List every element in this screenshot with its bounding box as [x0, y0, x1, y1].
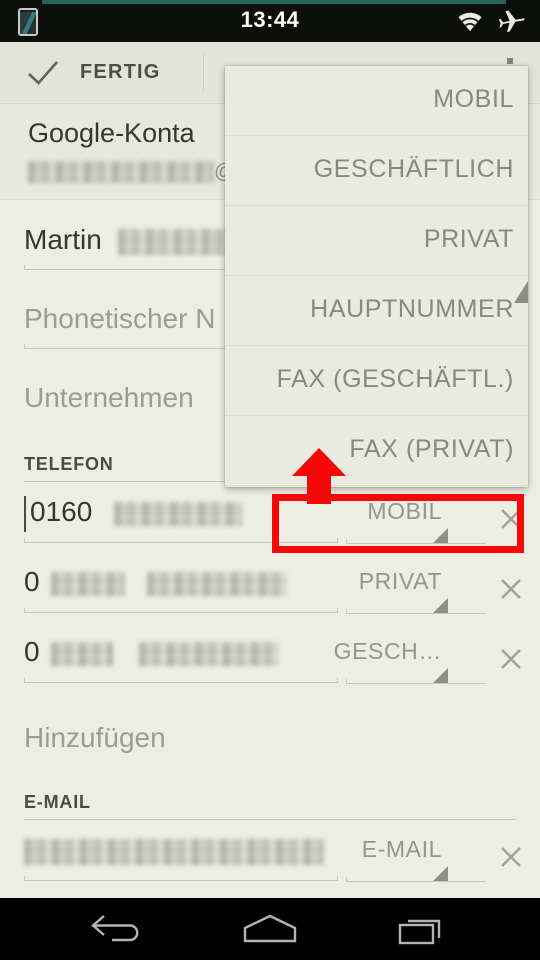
phone-2-value: 0	[24, 566, 288, 598]
annotation-arrow-icon	[292, 448, 346, 504]
account-email-label: @g	[28, 160, 247, 184]
email-1-value	[24, 834, 324, 866]
dropdown-item-geschaeftlich[interactable]: GESCHÄFTLICH	[225, 136, 528, 206]
phone-section-header: TELEFON	[24, 454, 114, 474]
done-label: FERTIG	[80, 61, 161, 83]
redacted-phone-2a	[51, 571, 126, 596]
dropdown-item-hauptnummer[interactable]: HAUPTNUMMER	[225, 276, 528, 346]
android-screen: 13:44 FERTIG Google-Konta @g	[0, 0, 540, 960]
email-section-rule	[24, 819, 516, 820]
phone-2-delete-icon[interactable]	[496, 574, 526, 604]
phone-3-underline	[24, 678, 338, 683]
wifi-icon	[458, 12, 482, 31]
phone-1-type-spinner[interactable]: MOBIL	[346, 492, 486, 544]
recent-apps-icon	[398, 919, 441, 945]
phone-1-caret	[24, 496, 26, 532]
status-bar: 13:44	[0, 0, 540, 42]
action-bar-divider	[203, 54, 204, 92]
email-row-1[interactable]: E-MAIL	[0, 830, 540, 896]
phone-3-delete-icon[interactable]	[496, 644, 526, 674]
checkmark-icon	[28, 60, 58, 85]
phone-1-delete-icon[interactable]	[496, 504, 526, 534]
phone-3-value: 0	[24, 636, 280, 668]
email-section-header: E-MAIL	[24, 792, 91, 812]
back-arrow-icon	[91, 915, 139, 942]
dropdown-item-fax-privat[interactable]: FAX (PRIVAT)	[225, 416, 528, 486]
home-button[interactable]	[200, 898, 340, 960]
redacted-phone-2b	[147, 571, 288, 596]
redacted-phone-3b	[139, 641, 280, 666]
email-1-type-label: E-MAIL	[361, 836, 442, 862]
home-icon	[243, 914, 297, 943]
status-accent-bar	[42, 0, 506, 4]
phone-row-1[interactable]: 0160 MOBIL	[0, 492, 540, 558]
phone-1-value: 0160	[30, 496, 243, 528]
recent-apps-button[interactable]	[352, 898, 492, 960]
account-type-label: Google-Konta	[28, 118, 195, 148]
phone-row-2[interactable]: 0 PRIVAT	[0, 562, 540, 628]
phone-3-type-spinner[interactable]: GESCH…	[334, 632, 486, 684]
phone-2-type-label: PRIVAT	[358, 568, 442, 594]
phone-2-type-spinner[interactable]: PRIVAT	[346, 562, 486, 614]
phone-2-underline	[24, 608, 338, 613]
dropdown-item-mobil[interactable]: MOBIL	[225, 66, 528, 136]
email-1-underline	[24, 876, 338, 881]
phone-type-dropdown[interactable]: MOBIL GESCHÄFTLICH PRIVAT HAUPTNUMMER FA…	[225, 66, 528, 487]
done-button[interactable]: FERTIG	[0, 42, 202, 103]
email-1-type-spinner[interactable]: E-MAIL	[346, 830, 486, 882]
phone-add-button[interactable]: Hinzufügen	[24, 722, 166, 754]
dropdown-item-privat[interactable]: PRIVAT	[225, 206, 528, 276]
dropdown-scroll-thumb[interactable]	[514, 281, 528, 303]
phone-3-type-label: GESCH…	[333, 638, 442, 664]
airplane-mode-icon	[498, 10, 525, 32]
redacted-phone-1	[114, 501, 243, 526]
phone-1-underline	[24, 538, 338, 543]
redacted-email-1	[24, 838, 324, 865]
redacted-phone-3a	[51, 641, 114, 666]
dropdown-item-fax-geschaeftlich[interactable]: FAX (GESCHÄFTL.)	[225, 346, 528, 416]
back-button[interactable]	[48, 898, 188, 960]
redacted-email	[28, 161, 214, 184]
phone-1-type-label: MOBIL	[367, 498, 442, 524]
email-1-delete-icon[interactable]	[496, 842, 526, 872]
phone-row-3[interactable]: 0 GESCH…	[0, 632, 540, 698]
navigation-bar	[0, 898, 540, 960]
